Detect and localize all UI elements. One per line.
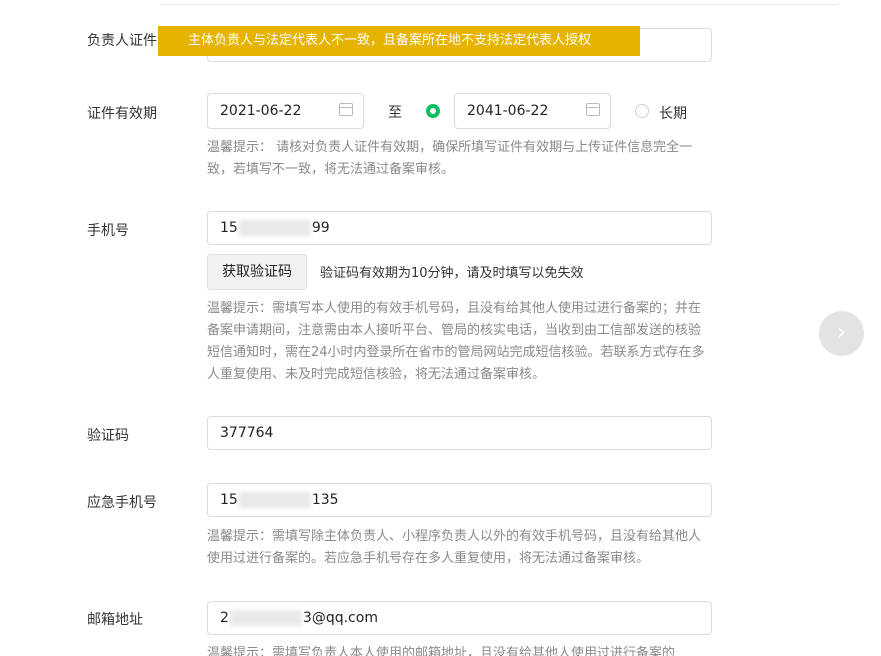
validity-to-label: 至 (388, 105, 402, 121)
redaction-mask (229, 610, 302, 626)
validity-end-value: 2041-06-22 (467, 103, 549, 119)
email-label: 邮箱地址 (87, 612, 143, 628)
validity-start-input[interactable]: 2021-06-22 (207, 93, 364, 129)
chevron-right-icon: › (837, 320, 846, 345)
validity-hint: 温馨提示： 请核对负责人证件有效期，确保所填写证件有效期与上传证件信息完全一致，… (207, 140, 693, 177)
validity-start-value: 2021-06-22 (220, 103, 302, 119)
emergency-phone-input[interactable]: 15 135 (207, 483, 712, 517)
email-input[interactable]: 2 3@qq.com (207, 601, 712, 635)
id-holder-label: 负责人证件 (87, 33, 157, 49)
redaction-mask (238, 220, 311, 236)
next-page-button[interactable]: › (819, 311, 864, 356)
code-value: 377764 (220, 425, 274, 441)
long-term-label: 长期 (659, 106, 687, 122)
validity-label: 证件有效期 (87, 106, 157, 122)
emergency-value-prefix: 15 (220, 492, 238, 508)
emergency-value-suffix: 135 (311, 492, 339, 508)
code-label: 验证码 (87, 428, 129, 444)
code-validity-note: 验证码有效期为10分钟，请及时填写以免失效 (320, 266, 584, 281)
phone-input[interactable]: 15 99 (207, 211, 712, 245)
email-value-prefix: 2 (220, 610, 229, 626)
phone-value-prefix: 15 (220, 220, 238, 236)
phone-label: 手机号 (87, 223, 129, 239)
calendar-icon[interactable] (586, 103, 600, 116)
end-date-radio[interactable] (426, 104, 440, 118)
emergency-phone-label: 应急手机号 (87, 495, 157, 511)
long-term-radio[interactable] (635, 104, 649, 118)
calendar-icon[interactable] (339, 103, 353, 116)
email-hint: 温馨提示：需填写负责人本人使用的邮箱地址，且没有给其他人使用过进行备案的 (207, 646, 676, 656)
redaction-mask (238, 492, 311, 508)
validity-end-input[interactable]: 2041-06-22 (454, 93, 611, 129)
email-value-suffix: 3@qq.com (302, 610, 378, 626)
phone-value-suffix: 99 (311, 220, 330, 236)
phone-hint: 温馨提示：需填写本人使用的有效手机号码，且没有给其他人使用过进行备案的；并在备案… (207, 301, 705, 382)
emergency-hint: 温馨提示：需填写除主体负责人、小程序负责人以外的有效手机号码，且没有给其他人使用… (207, 529, 702, 566)
top-divider (160, 4, 838, 5)
warning-tooltip: 主体负责人与法定代表人不一致，且备案所在地不支持法定代表人授权 (158, 26, 640, 56)
code-input[interactable]: 377764 (207, 416, 712, 450)
get-code-button[interactable]: 获取验证码 (207, 254, 307, 290)
